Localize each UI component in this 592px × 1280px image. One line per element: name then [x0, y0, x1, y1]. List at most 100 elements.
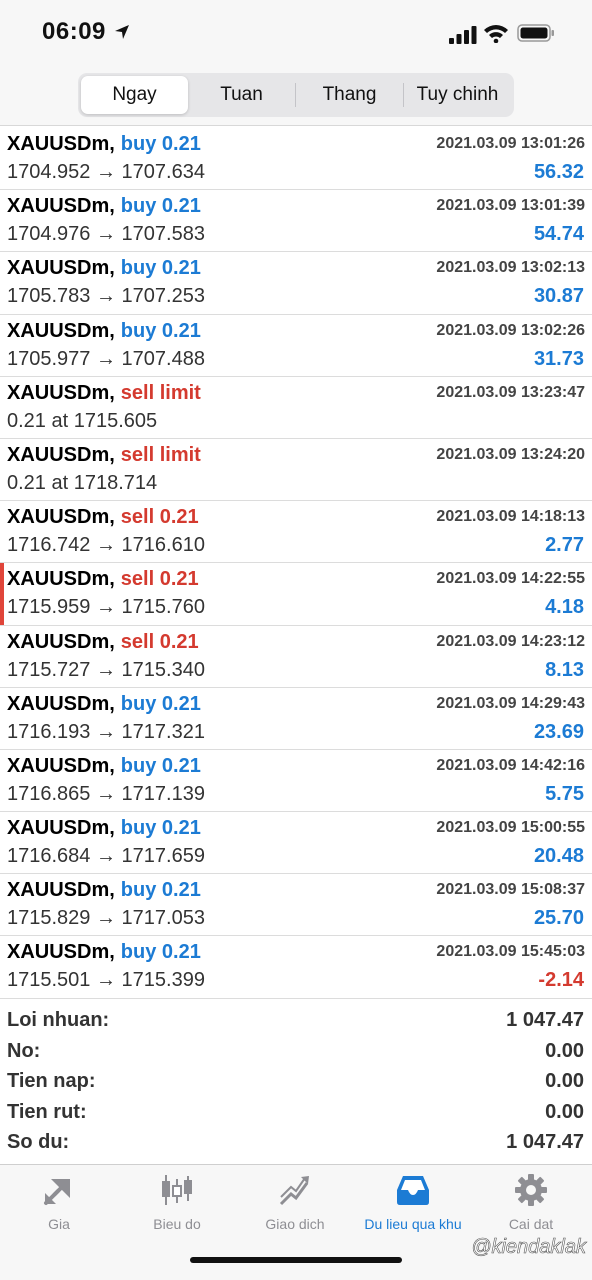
- trade-prices: 1716.193 → 1717.321: [7, 720, 205, 743]
- trade-prices: 1715.829 → 1717.053: [7, 907, 205, 930]
- trade-row[interactable]: XAUUSDm, sell 0.21 2021.03.09 14:18:13 1716…: [0, 501, 592, 564]
- trade-datetime: 2021.03.09 15:00:55: [436, 819, 585, 837]
- trade-action: buy 0.21: [120, 257, 201, 280]
- tab-quotes[interactable]: Gia: [0, 1173, 118, 1243]
- summary-label: So du:: [7, 1131, 70, 1153]
- trade-profit: 4.18: [545, 596, 584, 619]
- trade-profit: 30.87: [533, 285, 584, 308]
- trade-row[interactable]: XAUUSDm, buy 0.21 2021.03.09 14:42:16 1716.…: [0, 750, 592, 813]
- trade-symbol: XAUUSDm,: [7, 195, 115, 218]
- trade-action: buy 0.21: [120, 754, 201, 777]
- trade-symbol-line: XAUUSDm, sell limit: [7, 444, 201, 467]
- trade-symbol-line: XAUUSDm, buy 0.21: [7, 755, 201, 778]
- tab-trade[interactable]: Giao dich: [236, 1173, 354, 1243]
- trade-action: buy 0.21: [120, 319, 201, 342]
- trade-prices: 1715.501 → 1715.399: [7, 969, 205, 992]
- trade-action: buy 0.21: [120, 133, 201, 155]
- battery-icon: [517, 24, 554, 42]
- trade-symbol: XAUUSDm,: [7, 443, 115, 466]
- trade-prices: 1716.742 → 1716.610: [7, 534, 205, 557]
- trade-symbol-line: XAUUSDm, buy 0.21: [7, 257, 201, 280]
- trade-prices: 1705.783 → 1707.253: [7, 285, 205, 308]
- trade-action: sell 0.21: [120, 630, 199, 653]
- trade-datetime: 2021.03.09 14:18:13: [436, 508, 585, 526]
- status-time: 06:09: [42, 18, 106, 45]
- trade-row[interactable]: XAUUSDm, sell 0.21 2021.03.09 14:23:12 1715…: [0, 626, 592, 688]
- segment-month[interactable]: Thang: [296, 76, 403, 114]
- account-summary: Loi nhuan: 1 047.47 No: 0.00 Tien nap: 0…: [0, 1006, 592, 1159]
- summary-value: 1 047.47: [506, 1009, 584, 1031]
- trade-profit: 2.77: [545, 534, 584, 557]
- tab-settings[interactable]: Cai dat: [472, 1173, 590, 1243]
- trade-prices: 1705.977 → 1707.488: [7, 347, 205, 370]
- trade-profit: 25.70: [533, 907, 584, 930]
- trade-row[interactable]: XAUUSDm, sell limit 2021.03.09 13:24:20 0.2…: [0, 439, 592, 502]
- trade-profit: 54.74: [533, 223, 584, 246]
- trade-action: buy 0.21: [120, 195, 201, 218]
- trade-row[interactable]: XAUUSDm, buy 0.21 2021.03.09 15:45:03 1715.…: [0, 936, 592, 999]
- segment-day[interactable]: Ngay: [81, 76, 188, 114]
- period-segmented-control: Ngay Tuan Thang Tuy chinh: [78, 73, 514, 117]
- segment-week[interactable]: Tuan: [188, 76, 295, 114]
- summary-label: Loi nhuan:: [7, 1009, 110, 1031]
- trade-action: sell 0.21: [120, 568, 199, 591]
- trade-symbol: XAUUSDm,: [7, 630, 115, 653]
- trade-row[interactable]: XAUUSDm, sell 0.21 2021.03.09 14:22:55 1715…: [0, 563, 592, 626]
- history-inbox-icon: [397, 1176, 429, 1205]
- trade-datetime: 2021.03.09 14:29:43: [436, 694, 585, 712]
- trade-symbol-line: XAUUSDm, sell limit: [7, 382, 201, 405]
- tab-chart[interactable]: Bieu do: [118, 1173, 236, 1243]
- cellular-signal-icon: [449, 26, 477, 44]
- trade-prices: 0.21 at 1718.714: [7, 471, 158, 494]
- trade-symbol: XAUUSDm,: [7, 319, 115, 342]
- trade-action: sell limit: [120, 381, 201, 404]
- trade-action: buy 0.21: [120, 941, 201, 964]
- trade-prices: 1715.727 → 1715.340: [7, 658, 205, 681]
- summary-label: Tien nap:: [7, 1070, 96, 1092]
- trade-prices: 1716.684 → 1717.659: [7, 845, 205, 868]
- trade-profit: 56.32: [533, 161, 584, 183]
- trade-symbol-line: XAUUSDm, buy 0.21: [7, 320, 201, 343]
- trade-profit: -2.14: [538, 969, 584, 992]
- trade-row[interactable]: XAUUSDm, buy 0.21 2021.03.09 13:01:26 1704.…: [0, 128, 592, 191]
- gear-icon: [515, 1174, 547, 1206]
- trade-datetime: 2021.03.09 15:08:37: [436, 881, 585, 899]
- trade-chart-icon: [279, 1176, 309, 1206]
- trade-prices: 1715.959 → 1715.760: [7, 596, 205, 619]
- trade-row[interactable]: XAUUSDm, buy 0.21 2021.03.09 15:00:55 1716.…: [0, 812, 592, 875]
- trade-row[interactable]: XAUUSDm, buy 0.21 2021.03.09 13:02:26 1705.…: [0, 315, 592, 377]
- trade-datetime: 2021.03.09 13:01:39: [436, 197, 585, 215]
- tab-label: Cai dat: [508, 1216, 554, 1232]
- trade-datetime: 2021.03.09 13:01:26: [436, 135, 585, 152]
- tab-label: Du lieu qua khu: [364, 1216, 462, 1232]
- trade-symbol-line: XAUUSDm, buy 0.21: [7, 133, 201, 156]
- trade-profit: 20.48: [533, 845, 584, 868]
- trade-datetime: 2021.03.09 13:24:20: [436, 445, 585, 463]
- location-arrow-icon: [115, 25, 129, 39]
- watermark: @kiendaklak: [471, 1236, 586, 1259]
- trade-prices: 1704.952 → 1707.634: [7, 161, 205, 183]
- trade-row[interactable]: XAUUSDm, buy 0.21 2021.03.09 15:08:37 1715.…: [0, 874, 592, 937]
- tab-history[interactable]: Du lieu qua khu: [354, 1173, 472, 1243]
- trade-row[interactable]: XAUUSDm, buy 0.21 2021.03.09 13:01:39 1704.…: [0, 190, 592, 253]
- trade-symbol: XAUUSDm,: [7, 817, 115, 840]
- trade-datetime: 2021.03.09 14:42:16: [436, 756, 585, 774]
- trade-action: buy 0.21: [120, 879, 201, 902]
- trade-datetime: 2021.03.09 14:23:12: [436, 632, 585, 650]
- home-indicator[interactable]: [190, 1257, 402, 1263]
- segment-custom[interactable]: Tuy chinh: [404, 76, 511, 114]
- period-selector-bar: Ngay Tuan Thang Tuy chinh: [0, 66, 592, 126]
- trade-prices: 0.21 at 1715.605: [7, 409, 158, 432]
- status-bar: 06:09: [0, 0, 592, 66]
- trade-row[interactable]: XAUUSDm, buy 0.21 2021.03.09 14:29:43 1716.…: [0, 688, 592, 750]
- trade-symbol-line: XAUUSDm, buy 0.21: [7, 879, 201, 902]
- trade-action: sell limit: [120, 443, 201, 466]
- summary-withdrawal-row: Tien rut: 0.00: [0, 1098, 592, 1129]
- trade-row[interactable]: XAUUSDm, sell limit 2021.03.09 13:23:47 0.2…: [0, 377, 592, 439]
- trade-profit: 8.13: [545, 658, 584, 681]
- trade-row[interactable]: XAUUSDm, buy 0.21 2021.03.09 13:02:13 1705.…: [0, 252, 592, 315]
- trade-symbol-line: XAUUSDm, sell 0.21: [7, 506, 199, 529]
- summary-value: 1 047.47: [506, 1131, 584, 1153]
- trade-profit: 31.73: [533, 347, 584, 370]
- trade-profit: 5.75: [545, 782, 584, 805]
